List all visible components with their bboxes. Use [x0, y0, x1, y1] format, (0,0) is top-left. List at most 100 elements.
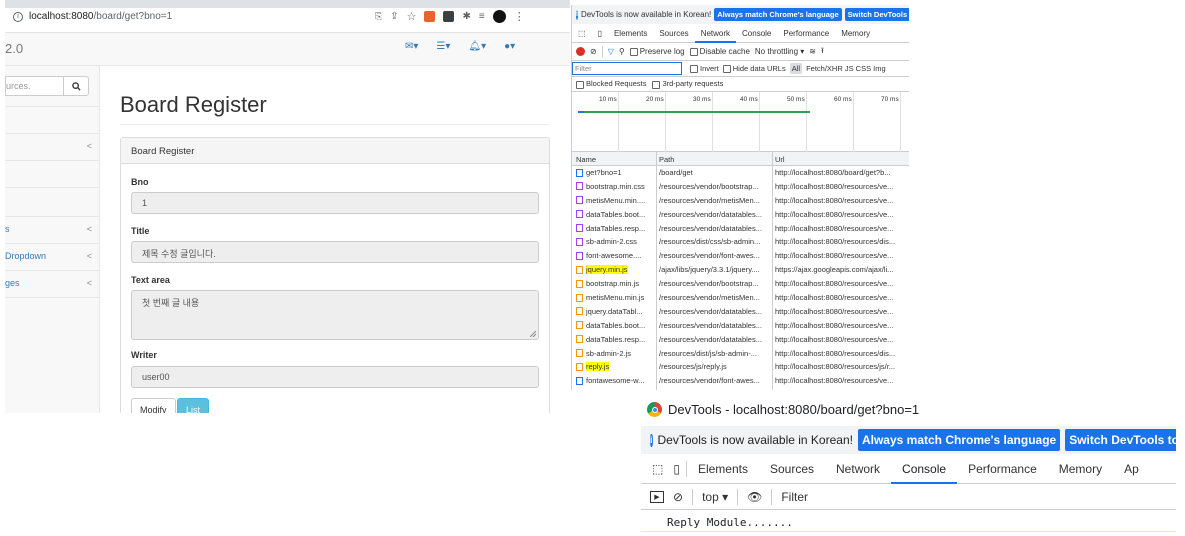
tab-console[interactable]: Console [736, 25, 777, 43]
info-icon[interactable]: i [13, 11, 23, 22]
translate-icon[interactable]: ⎘ [375, 11, 382, 22]
modify-button[interactable]: Modify [131, 398, 176, 413]
user-dropdown-icon[interactable]: ●▾ [504, 41, 515, 52]
console-filter-input[interactable]: Filter [781, 490, 808, 504]
sidebar-item-pages[interactable]: ges < [5, 270, 100, 297]
network-filter-input[interactable]: Filter [572, 62, 682, 75]
live-expression-eye-icon[interactable]: 👁︎ [747, 490, 762, 504]
bno-field[interactable]: 1 [131, 192, 539, 214]
tab-sources[interactable]: Sources [759, 454, 825, 484]
hide-data-urls-checkbox[interactable]: Hide data URLs [722, 64, 786, 73]
network-request-row[interactable]: reply.js/resources/js/reply.js http://loc… [572, 360, 909, 374]
network-request-row[interactable]: sb-admin-2.css/resources/dist/css/sb-adm… [572, 235, 909, 249]
menu-kebab-icon[interactable]: ⋮ [514, 10, 525, 23]
sidebar-toggle-icon[interactable]: ▶ [650, 490, 664, 503]
search-button[interactable] [63, 76, 89, 96]
content-textarea[interactable]: 첫 번째 글 내용 [131, 290, 539, 340]
bell-dropdown-icon[interactable]: 🔔︎▾ [468, 41, 486, 52]
request-name: bootstrap.min.js [586, 279, 639, 289]
envelope-dropdown-icon[interactable]: ✉▾ [405, 41, 418, 52]
context-selector[interactable]: top ▾ [702, 490, 728, 504]
tasks-dropdown-icon[interactable]: ☰▾ [436, 41, 450, 52]
network-request-row[interactable]: dataTables.resp... /resources/vendor/data… [572, 222, 909, 236]
tab-network[interactable]: Network [694, 25, 737, 43]
address-bar[interactable]: i localhost:8080/board/get?bno=1 ⎘ ⇪ ☆ ✱… [5, 0, 570, 33]
record-icon[interactable] [576, 47, 585, 56]
network-request-row[interactable]: dataTables.resp... /resources/vendor/data… [572, 333, 909, 347]
device-toggle-icon[interactable]: ▯ [667, 454, 686, 484]
tab-memory[interactable]: Memory [1048, 454, 1113, 484]
network-request-row[interactable]: jquery.dataTabl... /resources/vendor/data… [572, 305, 909, 319]
devtools-network-panel: i DevTools is now available in Korean! A… [571, 5, 909, 390]
inspect-icon[interactable]: ⬚ [572, 25, 592, 43]
writer-field[interactable]: user00 [131, 366, 539, 388]
tab-performance[interactable]: Performance [957, 454, 1048, 484]
match-language-button[interactable]: Always match Chrome's language [714, 8, 842, 21]
resize-handle-icon[interactable] [530, 331, 536, 337]
clear-icon[interactable]: ⊘ [590, 47, 597, 56]
tab-network[interactable]: Network [825, 454, 891, 484]
sidebar-item-4[interactable] [5, 187, 100, 214]
tab-console[interactable]: Console [891, 454, 958, 484]
navbar-brand[interactable]: 2.0 [5, 41, 23, 56]
request-url: http://localhost:8080/resources/ve... [775, 209, 894, 219]
wifi-icon[interactable]: ≋ [809, 47, 816, 56]
sidebar-item-dropdown[interactable]: Dropdown < [5, 243, 100, 270]
sidebar-item-2[interactable]: < [5, 133, 100, 160]
tab-elements[interactable]: Elements [608, 25, 653, 43]
preserve-log-checkbox[interactable]: Preserve log [629, 47, 685, 56]
network-request-row[interactable]: bootstrap.min.css/resources/vendor/boots… [572, 180, 909, 194]
network-request-row[interactable]: font-awesome.... /resources/vendor/font-a… [572, 249, 909, 263]
tab-application[interactable]: Ap [1113, 454, 1150, 484]
clear-console-icon[interactable]: ⊘ [673, 490, 683, 504]
third-party-checkbox[interactable]: 3rd-party requests [652, 79, 723, 89]
search-icon[interactable]: ⚲ [619, 47, 625, 56]
media-icon[interactable]: ≡ [479, 11, 485, 22]
filter-funnel-icon[interactable]: ▽ [608, 47, 614, 56]
device-toggle-icon[interactable]: ▯ [592, 25, 608, 43]
network-request-row[interactable]: dataTables.boot... /resources/vendor/data… [572, 319, 909, 333]
network-request-row[interactable]: jquery.min.js/ajax/libs/jquery/3.3.1/jqu… [572, 263, 909, 277]
network-timeline[interactable]: 10 ms 20 ms 30 ms 40 ms 50 ms 60 ms 70 m… [572, 92, 909, 152]
column-name[interactable]: Name [576, 155, 596, 164]
extension-orange-icon[interactable] [424, 11, 436, 22]
switch-devtools-button[interactable]: Switch DevTools to [1065, 429, 1176, 451]
url-display[interactable]: i localhost:8080/board/get?bno=1 [13, 11, 172, 22]
upload-icon[interactable]: ⭱ [821, 45, 824, 59]
inspect-icon[interactable]: ⬚ [641, 454, 667, 484]
tab-elements[interactable]: Elements [687, 454, 759, 484]
filter-type-buttons[interactable]: Fetch/XHR JS CSS Img [806, 64, 886, 73]
js-file-icon [576, 349, 583, 358]
title-field[interactable]: 제목 수정 글입니다. [131, 241, 539, 263]
share-icon[interactable]: ⇪ [390, 11, 398, 22]
network-request-row[interactable]: dataTables.boot... /resources/vendor/data… [572, 208, 909, 222]
network-request-row[interactable]: get?bno=1/board/get http://localhost:8080… [572, 166, 909, 180]
blocked-requests-checkbox[interactable]: Blocked Requests [576, 79, 646, 89]
puzzle-icon[interactable]: ✱ [462, 11, 470, 22]
column-url[interactable]: Url [775, 155, 785, 164]
network-request-row[interactable]: metisMenu.min.js/resources/vendor/metisM… [572, 291, 909, 305]
network-request-row[interactable]: bootstrap.min.js/resources/vendor/bootst… [572, 277, 909, 291]
match-language-button[interactable]: Always match Chrome's language [857, 429, 1061, 451]
extension-dark-icon[interactable] [443, 11, 455, 22]
list-button[interactable]: List [177, 398, 210, 413]
column-path[interactable]: Path [659, 155, 674, 164]
disable-cache-checkbox[interactable]: Disable cache [689, 47, 750, 56]
network-request-row[interactable]: metisMenu.min.... /resources/vendor/metis… [572, 194, 909, 208]
tab-sources[interactable]: Sources [653, 25, 694, 43]
switch-devtools-button[interactable]: Switch DevTools [844, 8, 909, 21]
sidebar-item-multilevel[interactable]: s < [5, 216, 100, 243]
sidebar-item-3[interactable] [5, 160, 100, 187]
bno-label: Bno [131, 177, 149, 187]
sidebar-search-input[interactable]: urces. [5, 76, 63, 96]
tab-performance[interactable]: Performance [777, 25, 835, 43]
star-icon[interactable]: ☆ [407, 10, 417, 23]
sidebar-item-1[interactable] [5, 106, 100, 133]
throttling-select[interactable]: No throttling ▾ [755, 47, 804, 56]
filter-all-button[interactable]: All [789, 63, 803, 74]
tab-memory[interactable]: Memory [835, 25, 876, 43]
network-request-row[interactable]: fontawesome-w... /resources/vendor/font-a… [572, 374, 909, 388]
invert-checkbox[interactable]: Invert [690, 64, 719, 73]
profile-avatar[interactable] [492, 10, 506, 23]
network-request-row[interactable]: sb-admin-2.js/resources/dist/js/sb-admin… [572, 347, 909, 361]
